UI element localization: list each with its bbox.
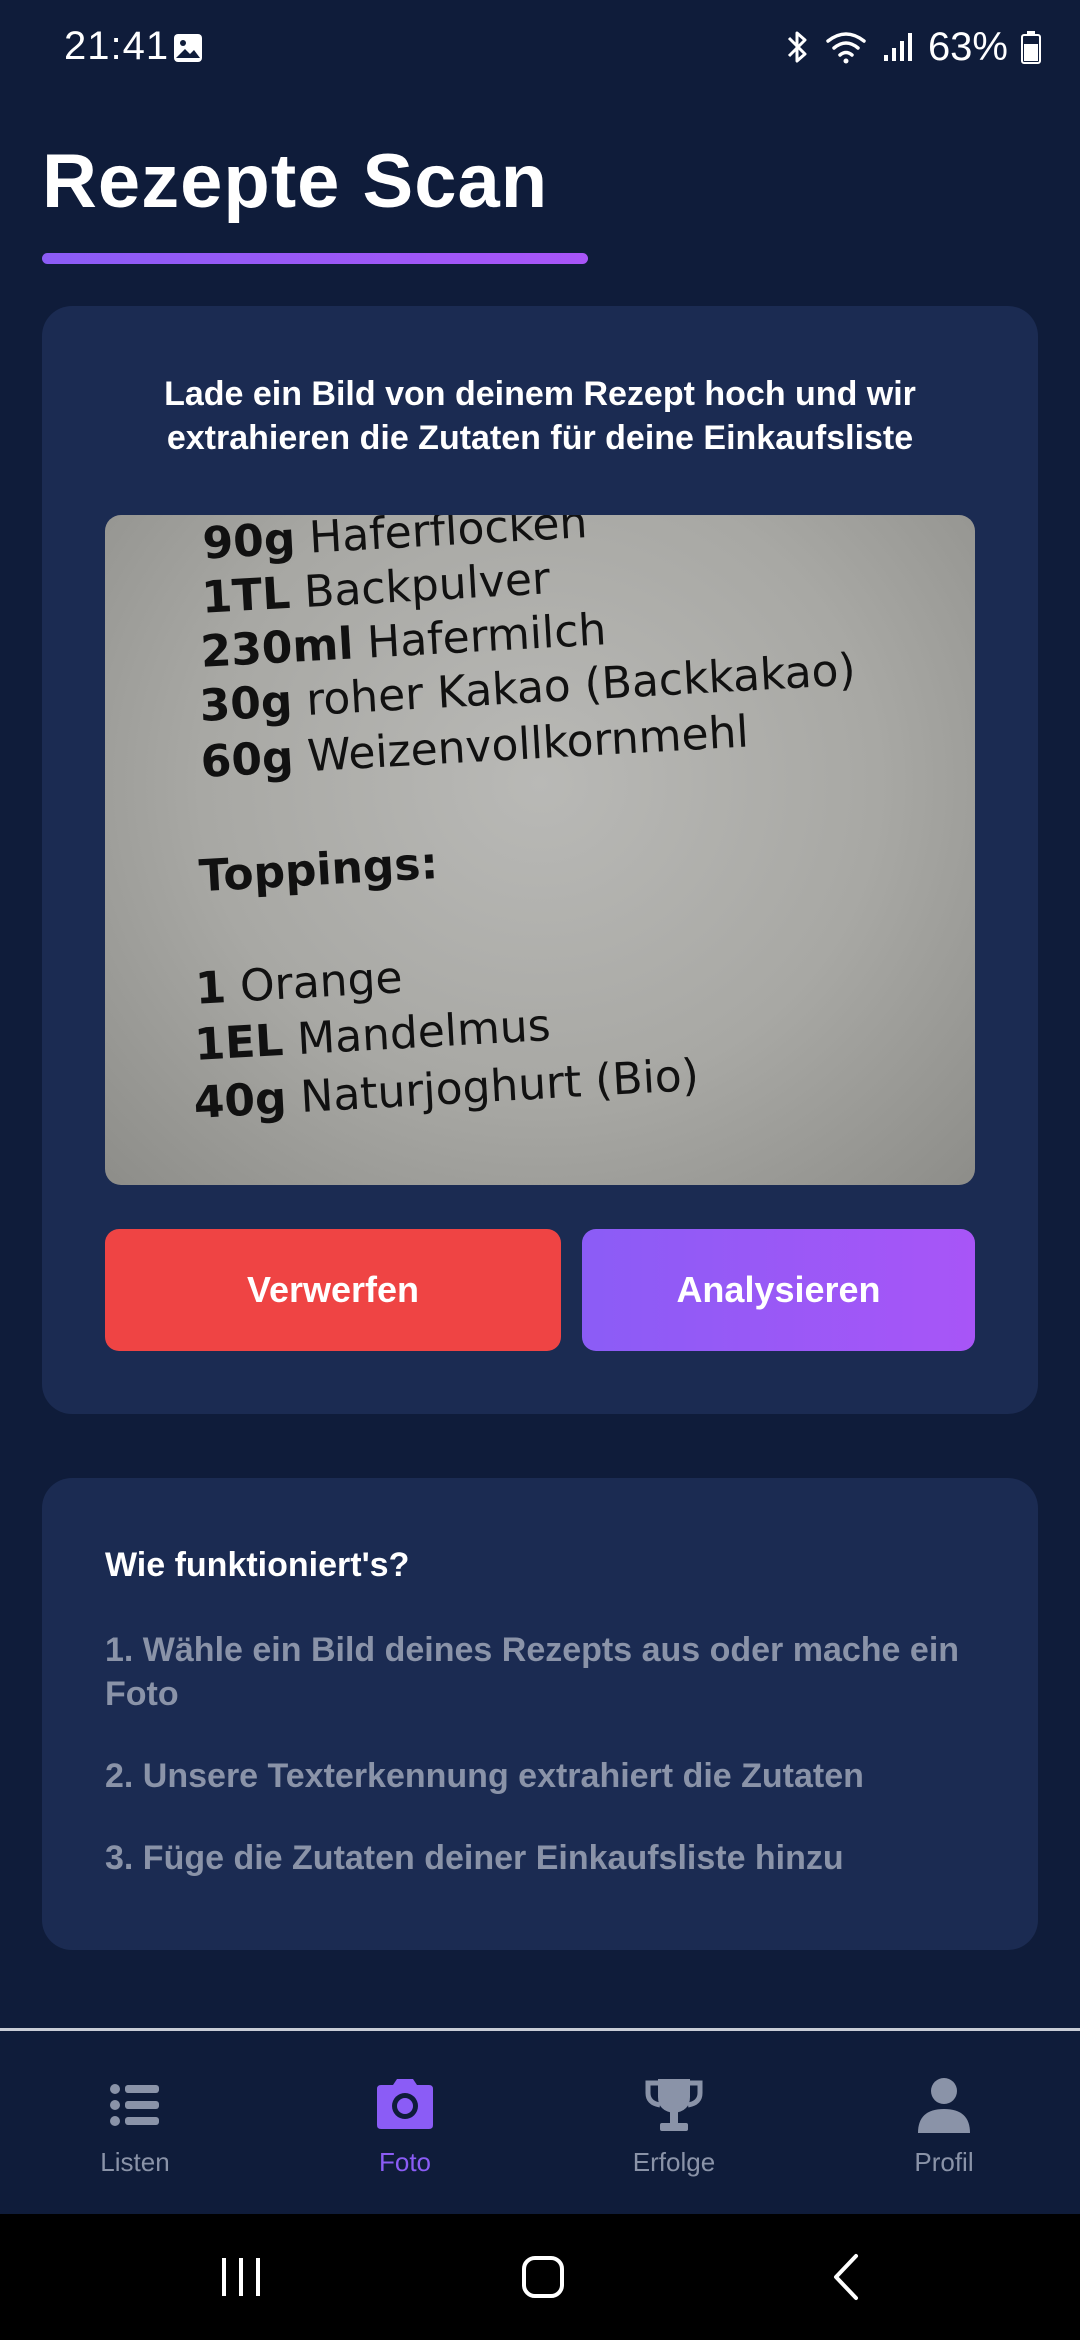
list-icon — [110, 2084, 159, 2126]
nav-label: Erfolge — [632, 2147, 716, 2177]
battery-icon — [1021, 31, 1041, 64]
screen: 21:41 63% Rezepte Scan Lade ein Bild von… — [0, 0, 1080, 2340]
bluetooth-icon — [787, 31, 807, 63]
status-bar: 21:41 63% — [0, 0, 1080, 96]
back-icon[interactable] — [812, 2244, 882, 2310]
photo-icon — [174, 34, 202, 62]
wifi-icon — [826, 32, 866, 64]
title-underline — [42, 253, 588, 264]
nav-label: Listen — [100, 2147, 170, 2177]
status-icons: 63% — [782, 22, 1042, 72]
discard-button[interactable]: Verwerfen — [105, 1229, 561, 1351]
trophy-icon — [645, 2079, 703, 2131]
how-it-works-step: 3. Füge die Zutaten deiner Einkaufsliste… — [105, 1839, 844, 1877]
signal-icon — [883, 33, 912, 61]
nav-item-foto[interactable]: Foto — [305, 2075, 505, 2195]
bottom-navigation: Listen Foto Erfolge Profil — [0, 2028, 1080, 2217]
battery-percent: 63% — [927, 24, 1008, 69]
analyze-button[interactable]: Analysieren — [582, 1229, 975, 1351]
status-time: 21:41 — [64, 24, 170, 68]
recent-apps-icon[interactable] — [206, 2244, 276, 2310]
nav-item-listen[interactable]: Listen — [35, 2075, 235, 2195]
system-navigation-bar — [0, 2214, 1080, 2340]
nav-label: Foto — [378, 2147, 432, 2177]
page-title: Rezepte Scan — [42, 139, 549, 224]
user-icon — [918, 2078, 970, 2133]
camera-icon — [377, 2079, 433, 2129]
photo-line: 1 Orange — [194, 952, 404, 1015]
how-it-works-heading: Wie funktioniert's? — [105, 1546, 410, 1584]
how-it-works-step: 1. Wähle ein Bild deines Rezepts aus ode… — [105, 1631, 960, 1713]
photo-line: Toppings: — [197, 838, 440, 903]
how-it-works-card: Wie funktioniert's? 1. Wähle ein Bild de… — [42, 1478, 1038, 1950]
home-icon[interactable] — [508, 2244, 578, 2310]
recipe-image: 90g Haferflocken 1TL Backpulver 230ml Ha… — [105, 515, 975, 1185]
nav-item-erfolge[interactable]: Erfolge — [574, 2075, 774, 2195]
nav-label: Profil — [914, 2147, 974, 2177]
how-it-works-step: 2. Unsere Texterkennung extrahiert die Z… — [105, 1757, 864, 1795]
nav-item-profil[interactable]: Profil — [844, 2075, 1044, 2195]
upload-instruction: Lade ein Bild von deinem Rezept hoch und… — [164, 375, 916, 457]
upload-card: Lade ein Bild von deinem Rezept hoch und… — [42, 306, 1038, 1414]
